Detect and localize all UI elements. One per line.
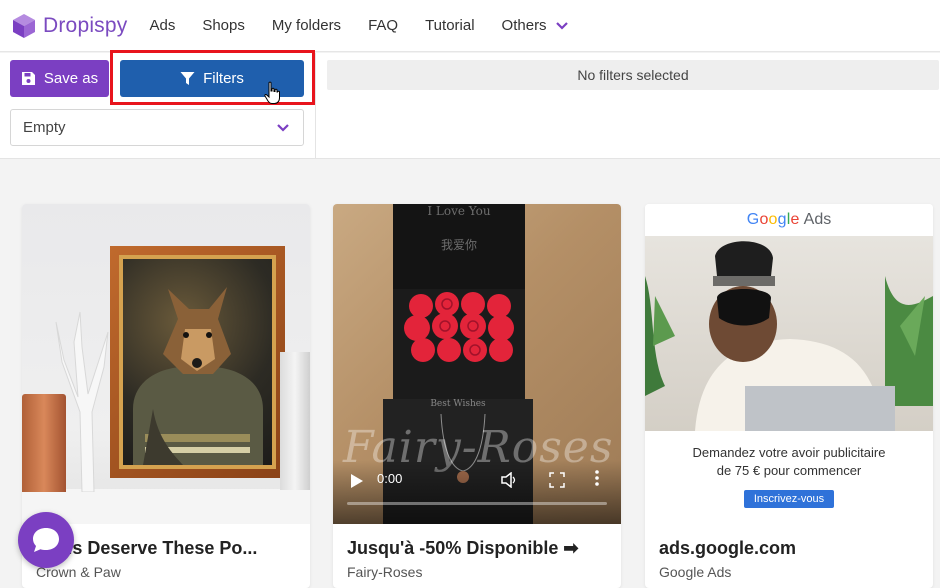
ad-advertiser[interactable]: Fairy-Roses — [347, 564, 422, 580]
lid-text-i-love-you: I Love You — [427, 204, 491, 218]
video-time: 0:00 — [377, 471, 403, 486]
dropispy-logo[interactable]: Dropispy — [10, 0, 127, 52]
no-filters-indicator: No filters selected — [327, 60, 939, 90]
save-as-label: Save as — [43, 70, 99, 87]
lid-text-chinese: 我爱你 — [440, 238, 477, 252]
ad-image[interactable]: Google Ads Demandez votre avoir publicit… — [645, 204, 933, 524]
ad-title[interactable]: Walls Deserve These Po... — [36, 538, 306, 559]
signup-button[interactable]: Inscrivez-vous — [744, 490, 834, 508]
portrait-frame — [110, 246, 285, 478]
ad-image[interactable] — [22, 204, 310, 524]
ad-card[interactable]: Google Ads Demandez votre avoir publicit… — [645, 204, 933, 588]
nav-ads[interactable]: Ads — [149, 17, 175, 34]
floppy-disk-icon — [21, 72, 35, 85]
funnel-icon — [180, 72, 195, 85]
nav-shops[interactable]: Shops — [202, 17, 245, 34]
nav-others[interactable]: Others — [502, 17, 568, 34]
ad-offer-line1: Demandez votre avoir publicitaire — [692, 445, 886, 460]
chevron-down-icon — [555, 21, 568, 30]
hand-pointer-cursor-icon — [264, 81, 280, 104]
more-options-icon[interactable] — [595, 470, 599, 486]
ad-video[interactable]: I Love You 我爱你 Best Wishes Fairy-Roses 0… — [333, 204, 621, 524]
ads-wordmark: Ads — [803, 211, 832, 228]
drawer-text: Best Wishes — [430, 399, 486, 409]
saved-filter-value: Empty — [23, 119, 66, 136]
ad-card[interactable]: I Love You 我爱你 Best Wishes Fairy-Roses 0… — [333, 204, 621, 588]
man-with-laptop-photo — [645, 236, 933, 431]
logo-text: Dropispy — [43, 13, 128, 37]
filter-bar: Save as Filters Empty No filters selecte… — [0, 50, 940, 159]
google-wordmark: Google — [746, 211, 800, 228]
nav-tutorial[interactable]: Tutorial — [425, 17, 474, 34]
video-progress-bar[interactable] — [347, 502, 607, 505]
ad-offer-line2: de 75 € pour commencer — [716, 463, 862, 478]
red-roses — [404, 292, 514, 362]
filter-controls: Save as Filters Empty — [0, 50, 316, 159]
nav-others-label: Others — [501, 17, 547, 34]
ad-offer-text: Demandez votre avoir publicitaire de 75 … — [645, 444, 933, 480]
logo-cube-icon — [13, 13, 35, 38]
save-as-button[interactable]: Save as — [10, 60, 109, 97]
vase-decor — [280, 352, 310, 490]
google-ads-header: Google Ads — [645, 204, 933, 236]
saved-filter-select[interactable]: Empty — [10, 109, 304, 146]
chat-bubble-icon — [33, 528, 59, 552]
fullscreen-icon[interactable] — [549, 472, 565, 488]
filters-label: Filters — [203, 70, 244, 87]
top-navbar: Dropispy Ads Shops My folders FAQ Tutori… — [0, 0, 940, 52]
nav-faq[interactable]: FAQ — [368, 17, 398, 34]
nav-my-folders[interactable]: My folders — [272, 17, 341, 34]
volume-icon[interactable] — [501, 472, 517, 488]
chevron-down-icon — [277, 123, 289, 132]
video-controls — [333, 460, 621, 524]
ad-title[interactable]: Jusqu'à -50% Disponible ➡ — [347, 538, 617, 559]
gift-box-lid: I Love You 我爱你 — [393, 204, 525, 289]
play-icon[interactable] — [351, 474, 363, 488]
ad-advertiser[interactable]: Google Ads — [659, 564, 731, 580]
chat-widget-button[interactable] — [18, 512, 74, 568]
dog-portrait — [133, 287, 263, 465]
ad-title[interactable]: ads.google.com — [659, 538, 929, 559]
